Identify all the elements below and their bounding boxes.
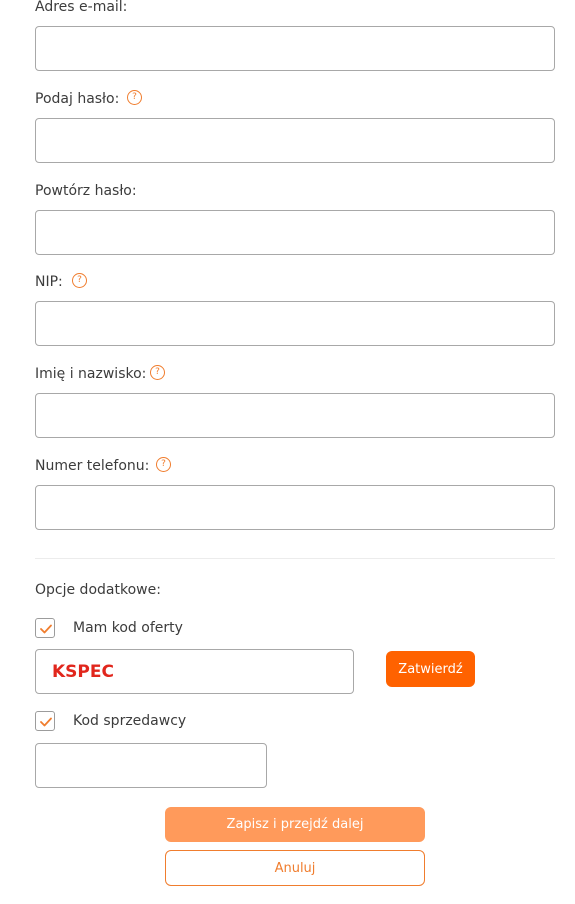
password-help-icon[interactable]: ? bbox=[127, 90, 142, 105]
confirm-code-button[interactable]: Zatwierdź bbox=[386, 651, 475, 687]
offer-code-input[interactable] bbox=[35, 649, 354, 694]
offer-code-label[interactable]: Mam kod oferty bbox=[73, 619, 183, 637]
seller-code-label[interactable]: Kod sprzedawcy bbox=[73, 712, 186, 730]
offer-code-checkbox[interactable] bbox=[35, 618, 55, 638]
password-repeat-label: Powtórz hasło: bbox=[35, 183, 137, 199]
nip-field[interactable] bbox=[35, 301, 555, 346]
password-repeat-field[interactable] bbox=[35, 210, 555, 255]
cancel-button[interactable]: Anuluj bbox=[165, 850, 425, 886]
email-label: Adres e-mail: bbox=[35, 0, 128, 15]
email-field[interactable] bbox=[35, 26, 555, 71]
seller-code-input[interactable] bbox=[35, 743, 267, 788]
section-divider bbox=[35, 558, 555, 559]
save-continue-button[interactable]: Zapisz i przejdź dalej bbox=[165, 807, 425, 842]
seller-code-checkbox[interactable] bbox=[35, 711, 55, 731]
name-field[interactable] bbox=[35, 393, 555, 438]
checkmark-icon bbox=[40, 624, 52, 634]
password-field[interactable] bbox=[35, 118, 555, 163]
name-help-icon[interactable]: ? bbox=[150, 365, 165, 380]
password-label: Podaj hasło: bbox=[35, 91, 120, 107]
checkmark-icon bbox=[40, 717, 52, 727]
nip-label: NIP: bbox=[35, 274, 63, 290]
nip-help-icon[interactable]: ? bbox=[72, 273, 87, 288]
name-label: Imię i nazwisko: bbox=[35, 366, 147, 382]
phone-label: Numer telefonu: bbox=[35, 458, 150, 474]
phone-help-icon[interactable]: ? bbox=[156, 457, 171, 472]
phone-field[interactable] bbox=[35, 485, 555, 530]
options-heading: Opcje dodatkowe: bbox=[35, 582, 161, 598]
